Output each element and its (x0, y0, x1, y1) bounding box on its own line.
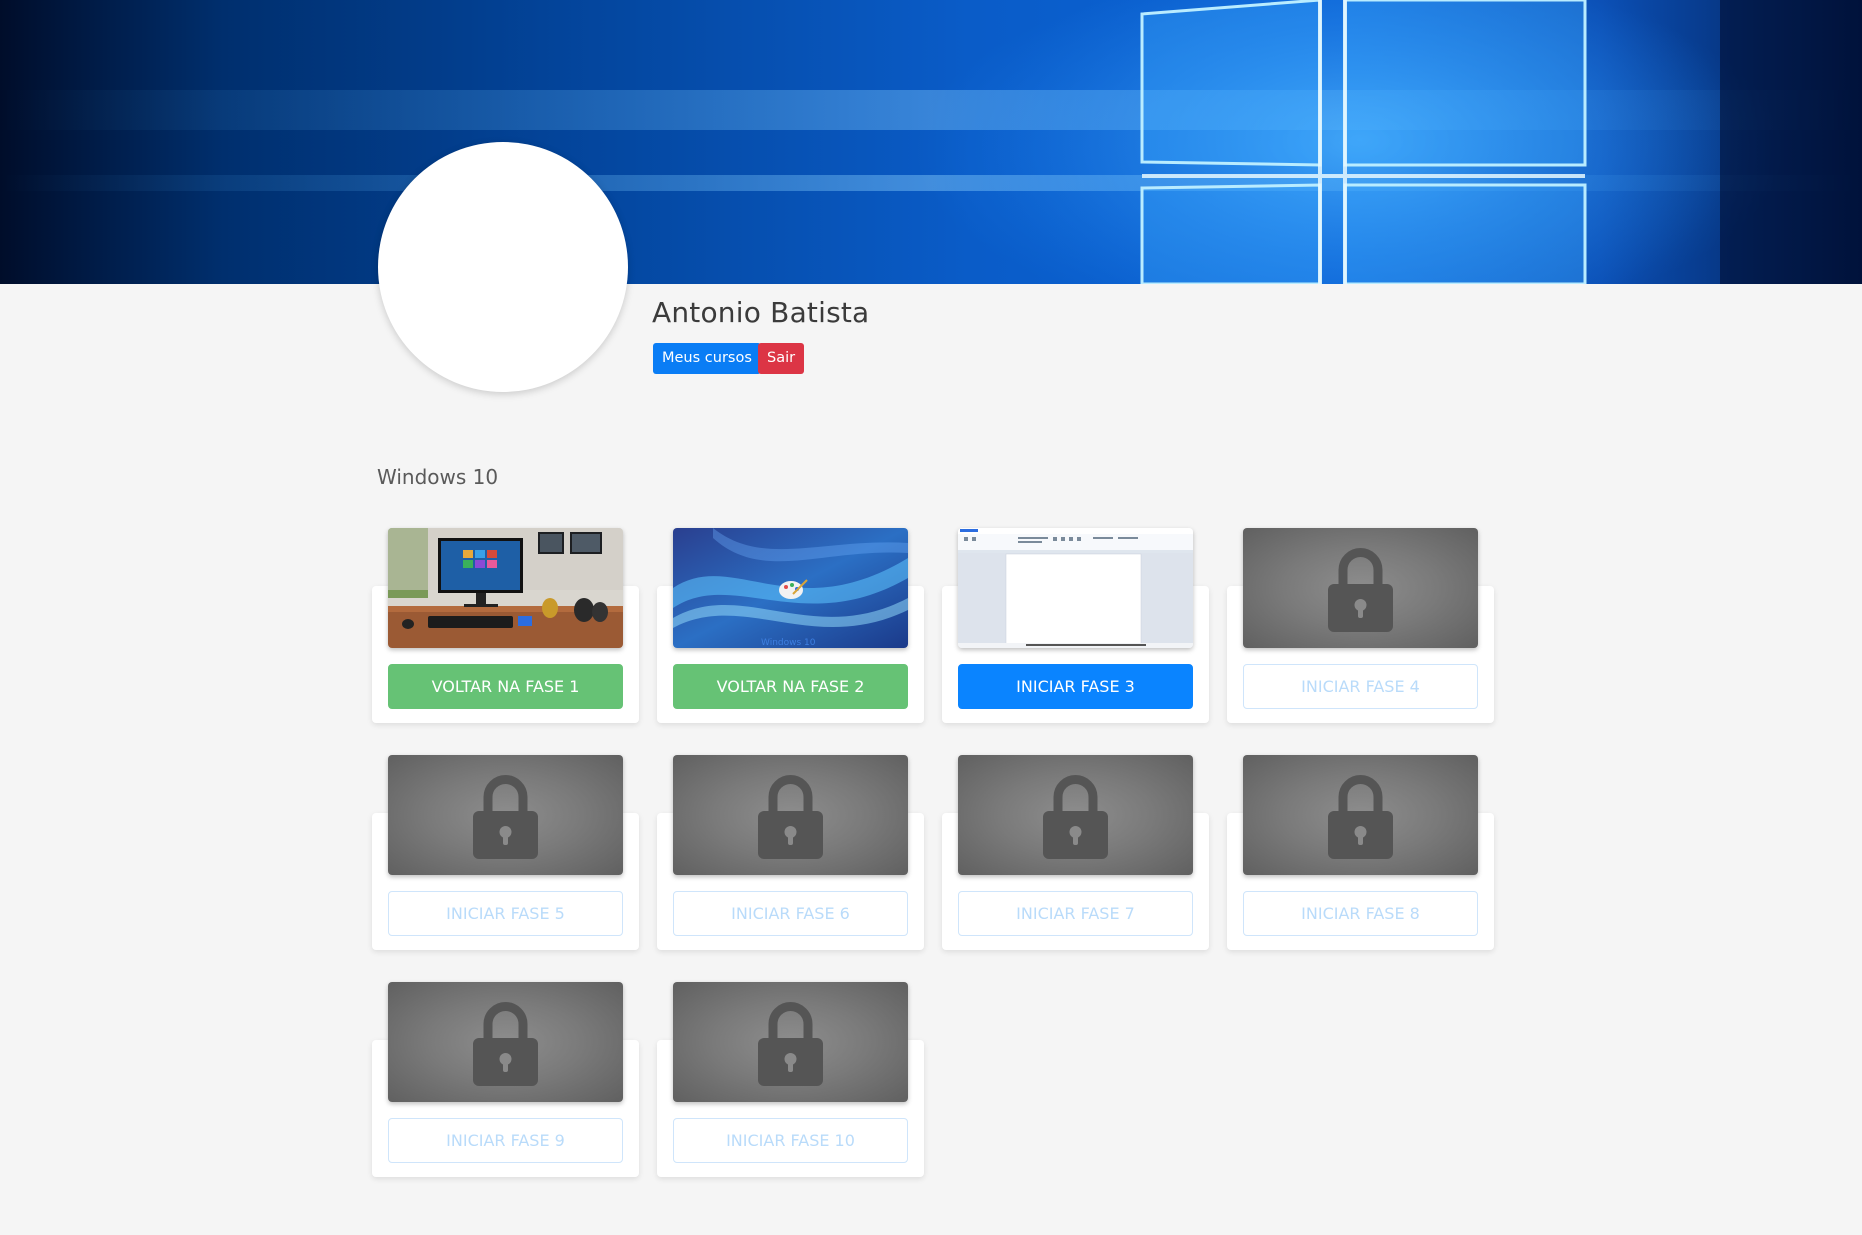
phase-card: INICIAR FASE 3 (942, 528, 1209, 723)
my-courses-button[interactable]: Meus cursos (653, 343, 761, 374)
profile-banner (0, 0, 1862, 284)
phase-6-button: INICIAR FASE 6 (673, 891, 908, 936)
windows-logo-light-image (0, 0, 1862, 284)
phase-2-watermark: Windows 10 (761, 638, 816, 648)
phase-thumbnail-desktop-photo (388, 528, 623, 648)
phase-1-button[interactable]: VOLTAR NA FASE 1 (388, 664, 623, 709)
phase-card: INICIAR FASE 5 (372, 755, 639, 950)
phase-card: INICIAR FASE 8 (1227, 755, 1494, 950)
lock-icon (1243, 528, 1478, 648)
logout-button[interactable]: Sair (758, 343, 805, 374)
lock-icon (388, 755, 623, 875)
phase-card: INICIAR FASE 10 (657, 982, 924, 1177)
lock-icon (1243, 755, 1478, 875)
phase-card: INICIAR FASE 7 (942, 755, 1209, 950)
phase-10-button: INICIAR FASE 10 (673, 1118, 908, 1163)
phase-card: Windows 10 VOLTAR NA FASE 2 (657, 528, 924, 723)
phase-4-button: INICIAR FASE 4 (1243, 664, 1478, 709)
phase-5-button: INICIAR FASE 5 (388, 891, 623, 936)
phase-card: INICIAR FASE 9 (372, 982, 639, 1177)
phase-card: VOLTAR NA FASE 1 (372, 528, 639, 723)
phase-2-button[interactable]: VOLTAR NA FASE 2 (673, 664, 908, 709)
lock-icon (673, 982, 908, 1102)
phase-3-button[interactable]: INICIAR FASE 3 (958, 664, 1193, 709)
avatar (378, 142, 628, 392)
lock-icon (388, 982, 623, 1102)
phase-8-button: INICIAR FASE 8 (1243, 891, 1478, 936)
lock-icon (958, 755, 1193, 875)
phase-card: INICIAR FASE 6 (657, 755, 924, 950)
user-name: Antonio Batista (652, 296, 870, 329)
phase-7-button: INICIAR FASE 7 (958, 891, 1193, 936)
phase-thumbnail-windows10-wallpaper: Windows 10 (673, 528, 908, 648)
phase-9-button: INICIAR FASE 9 (388, 1118, 623, 1163)
phase-thumbnail-wordpad-screenshot (958, 528, 1193, 648)
phase-card: INICIAR FASE 4 (1227, 528, 1494, 723)
course-title: Windows 10 (377, 465, 499, 489)
lock-icon (673, 755, 908, 875)
